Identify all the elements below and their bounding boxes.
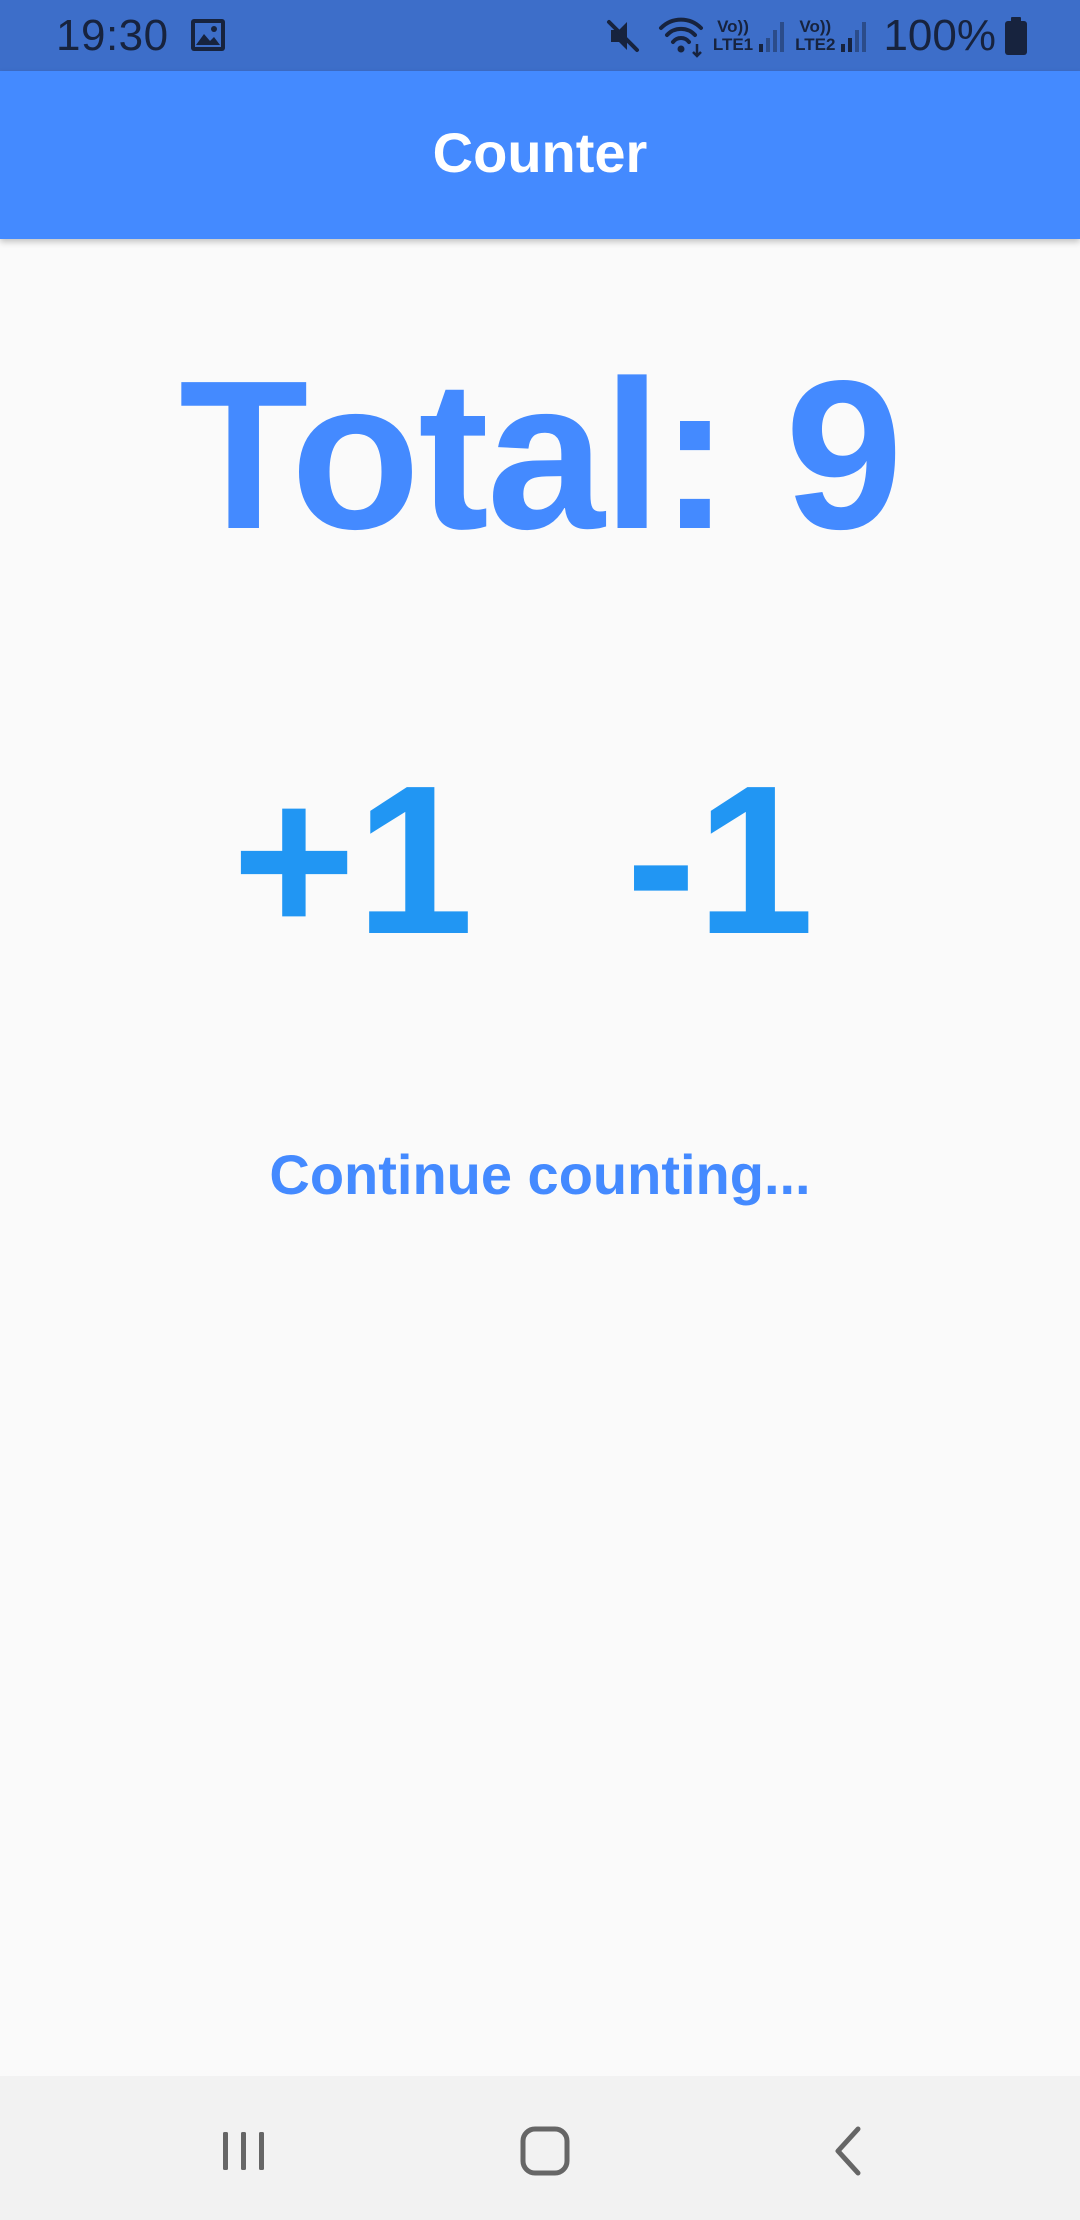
home-icon[interactable] xyxy=(505,2116,585,2186)
decrement-button[interactable]: -1 xyxy=(620,740,820,980)
wifi-icon xyxy=(658,17,703,58)
lte2-signal-icon: Vo)) LTE2 xyxy=(795,18,869,54)
lte2-label: LTE2 xyxy=(795,35,836,54)
lte1-signal-icon: Vo)) LTE1 xyxy=(713,18,787,54)
volte-label: Vo)) xyxy=(799,17,832,36)
app-title: Counter xyxy=(432,120,648,184)
volte-label: Vo)) xyxy=(717,17,749,36)
continue-message: Continue counting... xyxy=(269,1143,811,1206)
battery-percent: 100% xyxy=(883,11,996,60)
battery-icon xyxy=(1005,17,1027,55)
increment-button[interactable]: +1 xyxy=(232,740,474,980)
recents-icon[interactable] xyxy=(204,2116,284,2186)
counter-buttons: +1 -1 xyxy=(0,740,1080,980)
navigation-bar xyxy=(0,2076,1080,2220)
total-count: Total: 9 xyxy=(178,336,903,573)
back-icon[interactable] xyxy=(808,2116,888,2186)
status-icons: Vo)) LTE1 Vo)) LTE2 100% xyxy=(603,8,1028,64)
image-icon xyxy=(191,19,225,51)
lte1-label: LTE1 xyxy=(712,35,754,54)
status-time: 19:30 xyxy=(56,11,169,60)
app-bar: Counter xyxy=(0,71,1080,239)
mute-icon xyxy=(606,20,639,52)
status-bar: 19:30 Vo)) LTE1 Vo)) LTE2 100% xyxy=(0,0,1080,71)
